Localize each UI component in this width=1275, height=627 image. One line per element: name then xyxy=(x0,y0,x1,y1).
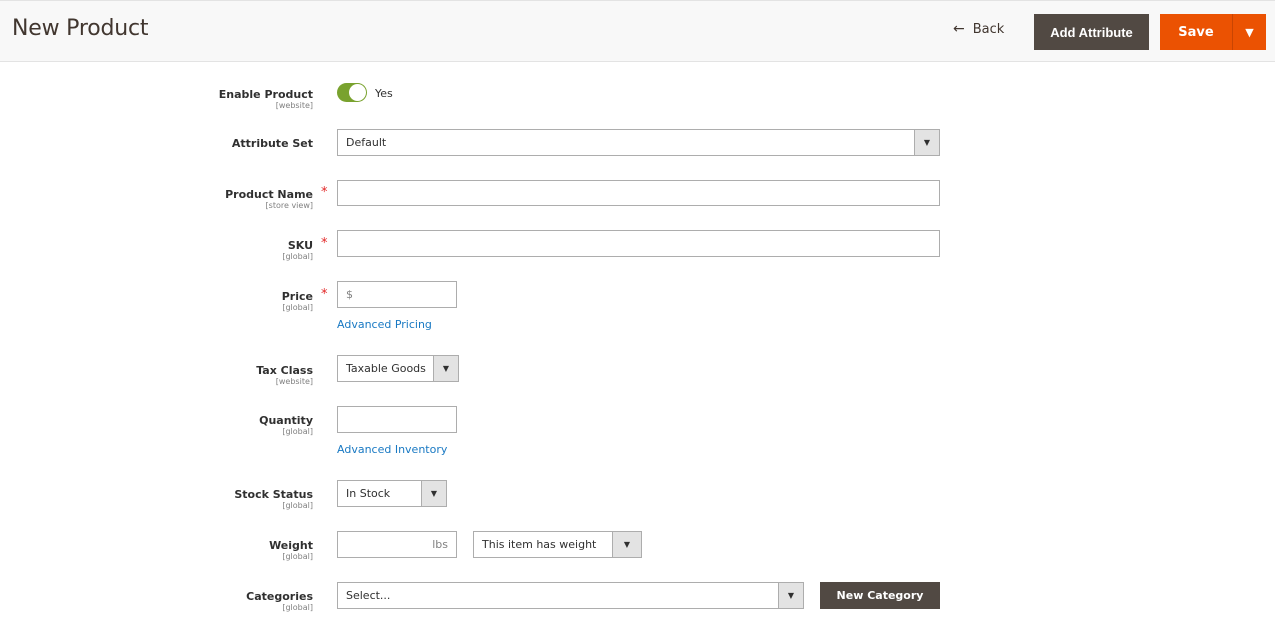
enable-product-value: Yes xyxy=(375,87,393,100)
label-text: Enable Product xyxy=(218,88,313,101)
advanced-inventory-link[interactable]: Advanced Inventory xyxy=(337,443,447,456)
scope-text: [website] xyxy=(275,377,313,386)
caret-down-icon: ▼ xyxy=(421,481,446,506)
label-text: Attribute Set xyxy=(231,137,313,150)
save-button[interactable]: Save xyxy=(1160,14,1233,50)
scope-text: [global] xyxy=(282,303,313,312)
currency-prefix: $ xyxy=(346,288,353,301)
weight-input[interactable]: lbs xyxy=(337,531,457,558)
scope-text: [global] xyxy=(282,427,313,436)
enable-product-label: Enable Product [website] xyxy=(219,88,313,111)
select-value: In Stock xyxy=(346,487,391,500)
required-asterisk: * xyxy=(321,185,328,200)
label-text: Product Name xyxy=(225,188,313,201)
required-asterisk: * xyxy=(321,287,328,302)
product-name-input[interactable] xyxy=(337,180,940,206)
label-text: Quantity xyxy=(259,414,313,427)
label-text: Stock Status xyxy=(234,488,313,501)
quantity-label: Quantity [global] xyxy=(259,414,313,437)
page-title: New Product xyxy=(12,16,149,41)
categories-select[interactable]: Select... ▼ xyxy=(337,582,804,609)
scope-text: [store view] xyxy=(265,201,313,210)
scope-text: [website] xyxy=(275,101,313,110)
weight-unit: lbs xyxy=(432,538,448,551)
label-text: SKU xyxy=(287,239,313,252)
attribute-set-select[interactable]: Default ▼ xyxy=(337,129,940,156)
select-value: Taxable Goods xyxy=(346,362,426,375)
enable-product-toggle[interactable] xyxy=(337,83,367,102)
back-label: Back xyxy=(972,21,1005,37)
save-split-button: Save ▼ xyxy=(1160,14,1266,50)
caret-down-icon: ▼ xyxy=(612,532,641,557)
weight-label: Weight [global] xyxy=(269,539,313,562)
scope-text: [global] xyxy=(282,501,313,510)
caret-down-icon: ▼ xyxy=(1245,25,1254,39)
label-text: Weight xyxy=(269,539,313,552)
back-button[interactable]: ← Back xyxy=(953,21,1004,37)
label-text: Categories xyxy=(246,590,313,603)
scope-text: [global] xyxy=(282,552,313,561)
required-asterisk: * xyxy=(321,236,328,251)
scope-text: [global] xyxy=(282,252,313,261)
stock-status-select[interactable]: In Stock ▼ xyxy=(337,480,447,507)
caret-down-icon: ▼ xyxy=(914,130,939,155)
new-category-button[interactable]: New Category xyxy=(820,582,940,609)
caret-down-icon: ▼ xyxy=(433,356,458,381)
page-header: New Product ← Back Add Attribute Save ▼ xyxy=(0,0,1275,62)
sku-label: SKU [global] xyxy=(282,239,313,262)
select-value: Default xyxy=(346,136,387,149)
categories-label: Categories [global] xyxy=(246,590,313,613)
label-text: Tax Class xyxy=(256,364,313,377)
sku-input[interactable] xyxy=(337,230,940,257)
price-label: Price [global] xyxy=(282,290,313,313)
select-placeholder: Select... xyxy=(346,589,391,602)
advanced-pricing-link[interactable]: Advanced Pricing xyxy=(337,318,432,331)
tax-class-select[interactable]: Taxable Goods ▼ xyxy=(337,355,459,382)
weight-type-select[interactable]: This item has weight ▼ xyxy=(473,531,642,558)
add-attribute-button[interactable]: Add Attribute xyxy=(1034,14,1149,50)
scope-text: [global] xyxy=(282,603,313,612)
tax-class-label: Tax Class [website] xyxy=(256,364,313,387)
quantity-input[interactable] xyxy=(337,406,457,433)
label-text: Price xyxy=(281,290,313,303)
save-menu-toggle[interactable]: ▼ xyxy=(1233,14,1266,50)
attribute-set-label: Attribute Set xyxy=(232,137,313,150)
stock-status-label: Stock Status [global] xyxy=(234,488,313,511)
select-value: This item has weight xyxy=(482,538,597,551)
product-name-label: Product Name [store view] xyxy=(225,188,313,211)
toggle-knob xyxy=(349,84,366,101)
price-input[interactable]: $ xyxy=(337,281,457,308)
arrow-left-icon: ← xyxy=(953,21,965,37)
caret-down-icon: ▼ xyxy=(778,583,803,608)
